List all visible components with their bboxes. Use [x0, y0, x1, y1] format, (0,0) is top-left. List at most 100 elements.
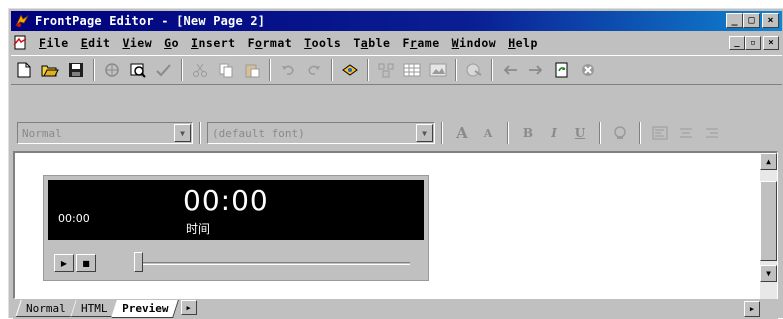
doc-restore-button[interactable]: ▫ — [745, 36, 761, 50]
toolbar-separator — [507, 122, 509, 144]
chevron-down-icon[interactable]: ▼ — [174, 124, 191, 142]
menu-view[interactable]: View — [116, 36, 158, 50]
preview-in-browser-icon[interactable] — [126, 59, 150, 81]
forward-icon[interactable] — [524, 59, 548, 81]
arrow-up-icon: ▲ — [766, 157, 771, 166]
tab-html[interactable]: HTML — [69, 300, 119, 317]
tab-scroll-right-button[interactable]: ▶ — [180, 300, 197, 315]
menu-bar: File Edit View Go Insert Format Tools Table Fram… — [11, 33, 782, 53]
maximize-button[interactable]: □ — [743, 13, 760, 28]
menu-edit[interactable]: Edit — [75, 36, 117, 50]
redo-icon[interactable] — [302, 59, 326, 81]
save-icon[interactable] — [64, 59, 88, 81]
text-color-icon[interactable] — [608, 122, 632, 144]
seek-slider-thumb[interactable] — [134, 252, 143, 272]
stop-square-icon: ■ — [82, 258, 90, 268]
menu-window[interactable]: Window — [446, 36, 503, 50]
doc-close-button[interactable]: × — [763, 36, 779, 50]
insert-component-icon[interactable] — [374, 59, 398, 81]
scrollbar-thumb[interactable] — [760, 181, 777, 261]
web-bot-icon[interactable] — [338, 59, 362, 81]
stop-button[interactable]: ■ — [76, 254, 96, 272]
horizontal-scroll-right-button[interactable]: ▶ — [744, 301, 760, 317]
style-select-value: Normal — [22, 126, 62, 140]
cut-icon[interactable] — [188, 59, 212, 81]
menu-frame[interactable]: Frame — [396, 36, 445, 50]
menu-items: File Edit View Go Insert Format Tools Table Fram… — [33, 36, 544, 50]
align-left-icon[interactable] — [648, 122, 672, 144]
italic-button[interactable]: I — [542, 122, 566, 144]
menu-go[interactable]: Go — [158, 36, 185, 50]
menu-tools[interactable]: Tools — [298, 36, 347, 50]
toolbar-separator — [199, 122, 201, 144]
toolbar-separator — [639, 122, 641, 144]
scroll-down-button[interactable]: ▼ — [760, 265, 777, 282]
tab-label: Normal — [26, 301, 66, 315]
tab-label: HTML — [80, 301, 108, 315]
frontpage-app-icon — [14, 13, 30, 29]
font-select[interactable]: (default font) ▼ — [207, 122, 435, 144]
menu-format[interactable]: Format — [242, 36, 299, 50]
doc-minimize-button[interactable]: _ — [729, 36, 745, 50]
toolbar-separator — [331, 59, 333, 81]
frontpage-window: FrontPage Editor - [New Page 2] _ □ × Fi… — [8, 8, 783, 319]
view-tabs-bar: Normal HTML Preview ▶ ▶ — [13, 300, 778, 319]
toolbar-separator — [93, 59, 95, 81]
undo-icon[interactable] — [276, 59, 300, 81]
document-icon[interactable] — [13, 35, 29, 51]
new-page-icon[interactable] — [12, 59, 36, 81]
toolbar-separator — [181, 59, 183, 81]
seek-track[interactable] — [138, 262, 410, 265]
menu-table[interactable]: Table — [347, 36, 396, 50]
media-player[interactable]: 00:00 00:00 时间 ▶ ■ — [43, 175, 429, 281]
back-icon[interactable] — [498, 59, 522, 81]
increase-font-size-button[interactable]: A — [450, 122, 474, 144]
align-right-icon[interactable] — [700, 122, 724, 144]
toolbar-separator — [441, 122, 443, 144]
hyperlink-icon[interactable] — [462, 59, 486, 81]
play-icon: ▶ — [60, 258, 68, 268]
arrow-right-icon: ▶ — [749, 305, 755, 313]
standard-toolbar — [11, 55, 782, 85]
time-label: 时间 — [186, 222, 211, 236]
toolbar-separator — [455, 59, 457, 81]
vertical-scrollbar[interactable]: ▲ ▼ — [760, 153, 777, 299]
play-button[interactable]: ▶ — [54, 254, 74, 272]
tab-normal[interactable]: Normal — [15, 300, 77, 317]
stop-icon[interactable] — [576, 59, 600, 81]
big-time-display: 00:00 — [183, 184, 269, 217]
minimize-button[interactable]: _ — [726, 13, 743, 28]
decrease-font-size-button[interactable]: A — [476, 122, 500, 144]
toolbar-separator — [491, 59, 493, 81]
menu-file[interactable]: File — [33, 36, 75, 50]
insert-image-icon[interactable] — [426, 59, 450, 81]
align-center-icon[interactable] — [674, 122, 698, 144]
close-button[interactable]: × — [762, 13, 779, 28]
spelling-icon[interactable] — [152, 59, 176, 81]
scroll-up-button[interactable]: ▲ — [760, 153, 777, 170]
tab-preview[interactable]: Preview — [111, 300, 180, 318]
tab-label: Preview — [122, 302, 169, 315]
underline-button[interactable]: U — [568, 122, 592, 144]
title-bar[interactable]: FrontPage Editor - [New Page 2] _ □ × — [11, 11, 782, 31]
font-select-value: (default font) — [212, 126, 305, 140]
media-player-display: 00:00 00:00 时间 — [48, 180, 424, 240]
editor-area[interactable]: 00:00 00:00 时间 ▶ ■ ▲ ▼ — [13, 151, 778, 299]
publish-icon[interactable] — [100, 59, 124, 81]
menu-help[interactable]: Help — [502, 36, 544, 50]
arrow-right-icon: ▶ — [186, 303, 191, 312]
style-select[interactable]: Normal ▼ — [17, 122, 193, 144]
open-icon[interactable] — [38, 59, 62, 81]
format-toolbar: Normal ▼ (default font) ▼ A A B I U — [11, 119, 782, 147]
paste-icon[interactable] — [240, 59, 264, 81]
toolbar-separator — [269, 59, 271, 81]
copy-icon[interactable] — [214, 59, 238, 81]
refresh-icon[interactable] — [550, 59, 574, 81]
bold-button[interactable]: B — [516, 122, 540, 144]
chevron-down-icon[interactable]: ▼ — [416, 124, 433, 142]
menu-insert[interactable]: Insert — [185, 36, 242, 50]
arrow-down-icon: ▼ — [766, 269, 771, 278]
insert-table-icon[interactable] — [400, 59, 424, 81]
window-title: FrontPage Editor - [New Page 2] — [35, 14, 266, 28]
toolbar-separator — [599, 122, 601, 144]
